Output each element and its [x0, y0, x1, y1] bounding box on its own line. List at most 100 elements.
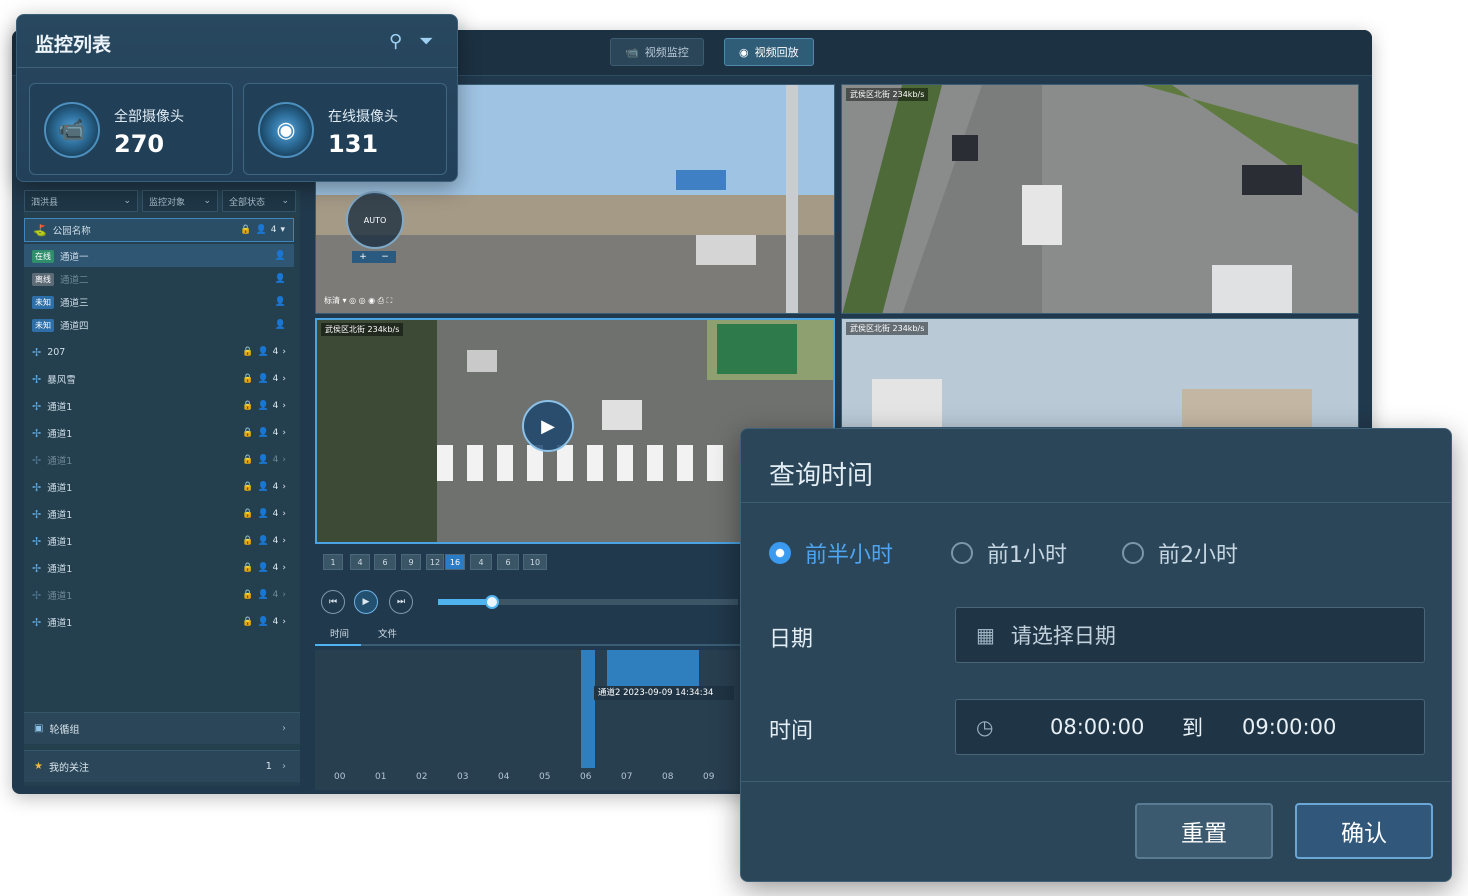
channel-row[interactable]: 在线 通道一 👤: [24, 244, 294, 268]
radio-label: 前半小时: [805, 543, 894, 568]
tree-group-row[interactable]: ✢ 通道1 🔒 👤 4 ›: [24, 529, 294, 553]
video-tile-4[interactable]: 武侯区北街 234kb/s: [841, 318, 1359, 428]
group-label: 通道1: [47, 564, 73, 575]
lock-icon: 🔒: [242, 401, 254, 411]
tree-group-row[interactable]: ✢ 通道1 🔒 👤 4 ›: [24, 421, 294, 445]
patrol-group-item[interactable]: ▣ 轮循组 ›: [24, 712, 300, 744]
zoom-buttons[interactable]: + −: [352, 251, 396, 263]
query-time-dialog: 查询时间 前半小时 前1小时 前2小时 日期 ▦ 请选择日期 时间 ◷ 08:0…: [740, 428, 1452, 882]
chevron-down-icon: ⌄: [123, 196, 131, 206]
tree-group-row[interactable]: ✢ 通道1 🔒 👤 4 ›: [24, 583, 294, 607]
chevron-right-icon: ›: [282, 590, 286, 600]
hour-tick-label: 09: [703, 772, 715, 782]
layout-option[interactable]: 16: [445, 554, 465, 570]
progress-handle[interactable]: [485, 595, 499, 609]
tab-video-monitor[interactable]: 📹 视频监控: [610, 38, 704, 66]
lock-icon: 🔒: [242, 590, 254, 600]
playback-progress[interactable]: [438, 595, 738, 609]
favorites-count: 1: [265, 761, 272, 772]
layout-option[interactable]: 4: [350, 554, 370, 570]
favorites-item[interactable]: ★ 我的关注 1 ›: [24, 750, 300, 782]
tree-group-row[interactable]: ✢ 通道1 🔒 👤 4 ›: [24, 556, 294, 580]
group-label: 通道1: [47, 402, 73, 413]
user-icon: 👤: [274, 251, 286, 261]
chevron-right-icon: ›: [282, 563, 286, 573]
lock-icon: 🔒: [240, 225, 252, 235]
star-icon: ★: [34, 761, 43, 772]
timeline-area[interactable]: 通道2 2023-09-09 14:34:34: [315, 650, 745, 790]
group-count: 4: [272, 401, 279, 411]
fan-icon: ✢: [32, 426, 42, 440]
user-icon: 👤: [257, 590, 269, 600]
calendar-icon: ▦: [976, 623, 995, 647]
tree-group-row[interactable]: ✢ 暴风雪 🔒 👤 4 ›: [24, 367, 294, 391]
prev-frame-button[interactable]: ⏮: [321, 590, 345, 614]
lock-icon: 🔒: [242, 563, 254, 573]
layout-option[interactable]: 4: [470, 554, 492, 570]
layout-option[interactable]: 6: [374, 554, 396, 570]
group-meta: 🔒 👤 4 ›: [242, 563, 286, 573]
radio-half-hour[interactable]: 前半小时: [769, 537, 893, 569]
layout-option[interactable]: 1: [323, 554, 343, 570]
tree-group-row[interactable]: ✢ 通道1 🔒 👤 4 ›: [24, 475, 294, 499]
timeline-tab-file[interactable]: 文件: [378, 626, 397, 640]
user-icon: 👤: [274, 297, 286, 307]
stat-online-cameras: ◉ 在线摄像头 131: [243, 83, 447, 175]
channel-label: 通道三: [60, 298, 89, 309]
hour-tick-label: 06: [580, 772, 592, 782]
radio-two-hours[interactable]: 前2小时: [1122, 537, 1238, 569]
channel-row[interactable]: 离线 通道二 👤: [24, 267, 294, 291]
tree-group-row[interactable]: ✢ 通道1 🔒 👤 4 ›: [24, 502, 294, 526]
tree-group-row[interactable]: ✢ 通道1 🔒 👤 4 ›: [24, 394, 294, 418]
layout-option[interactable]: 10: [523, 554, 547, 570]
play-icon[interactable]: ▶: [522, 400, 574, 452]
region-select[interactable]: 泗洪县 ⌄: [24, 190, 138, 212]
date-picker-field[interactable]: ▦ 请选择日期: [955, 607, 1425, 663]
tree-group-row[interactable]: ✢ 通道1 🔒 👤 4 ›: [24, 610, 294, 634]
lock-icon: 🔒: [242, 374, 254, 384]
status-select[interactable]: 全部状态 ⌄: [222, 190, 296, 212]
tree-root-park[interactable]: ⛳ 公园名称 🔒 👤 4 ▾: [24, 218, 294, 242]
group-count: 4: [272, 374, 279, 384]
radio-one-hour[interactable]: 前1小时: [951, 537, 1067, 569]
time-end-input[interactable]: 09:00:00: [1242, 715, 1336, 739]
time-start-input[interactable]: 08:00:00: [1050, 715, 1144, 739]
next-frame-button[interactable]: ⏭: [389, 590, 413, 614]
object-select[interactable]: 监控对象 ⌄: [142, 190, 218, 212]
tree-root-label: 公园名称: [52, 226, 91, 237]
layout-option[interactable]: 12: [426, 554, 444, 570]
tree-group-row[interactable]: ✢ 207 🔒 👤 4 ›: [24, 340, 294, 364]
timeline-tab-time[interactable]: 时间: [330, 626, 349, 640]
search-icon[interactable]: ⚲: [389, 31, 402, 52]
layout-option[interactable]: 9: [401, 554, 421, 570]
lock-icon: 🔒: [242, 536, 254, 546]
group-meta: 🔒 👤 4 ›: [242, 509, 286, 519]
lock-icon: 🔒: [242, 455, 254, 465]
group-meta: 🔒 👤 4 ›: [242, 617, 286, 627]
group-count: 4: [272, 536, 279, 546]
time-label: 时间: [769, 719, 814, 744]
video-tile-2[interactable]: 武侯区北街 234kb/s: [841, 84, 1359, 314]
dome-camera-icon: ◉: [258, 102, 314, 158]
channel-label: 通道四: [60, 321, 89, 332]
tree-group-row[interactable]: ✢ 通道1 🔒 👤 4 ›: [24, 448, 294, 472]
channel-row[interactable]: 未知 通道四 👤: [24, 313, 294, 337]
highway-scene-image: [842, 85, 1358, 313]
time-range-field[interactable]: ◷ 08:00:00 到 09:00:00: [955, 699, 1425, 755]
tab-video-playback[interactable]: ◉ 视频回放: [724, 38, 814, 66]
hour-tick-label: 08: [662, 772, 674, 782]
hour-tick-label: 02: [416, 772, 428, 782]
quality-select[interactable]: 标清 ▾ ◎ ◎ ◉ ⎙ ⛶: [324, 295, 392, 306]
tab-video-monitor-label: 视频监控: [644, 46, 689, 59]
filter-icon[interactable]: ⏷: [419, 31, 433, 52]
stat-label: 在线摄像头: [328, 109, 398, 125]
reset-button[interactable]: 重置: [1135, 803, 1273, 859]
user-icon: 👤: [257, 617, 269, 627]
ptz-control[interactable]: AUTO: [346, 191, 404, 249]
group-count: 4: [272, 563, 279, 573]
play-button[interactable]: ▶: [354, 590, 378, 614]
channel-row[interactable]: 未知 通道三 👤: [24, 290, 294, 314]
layout-option[interactable]: 6: [497, 554, 519, 570]
confirm-button[interactable]: 确认: [1295, 803, 1433, 859]
status-badge: 未知: [32, 318, 54, 332]
